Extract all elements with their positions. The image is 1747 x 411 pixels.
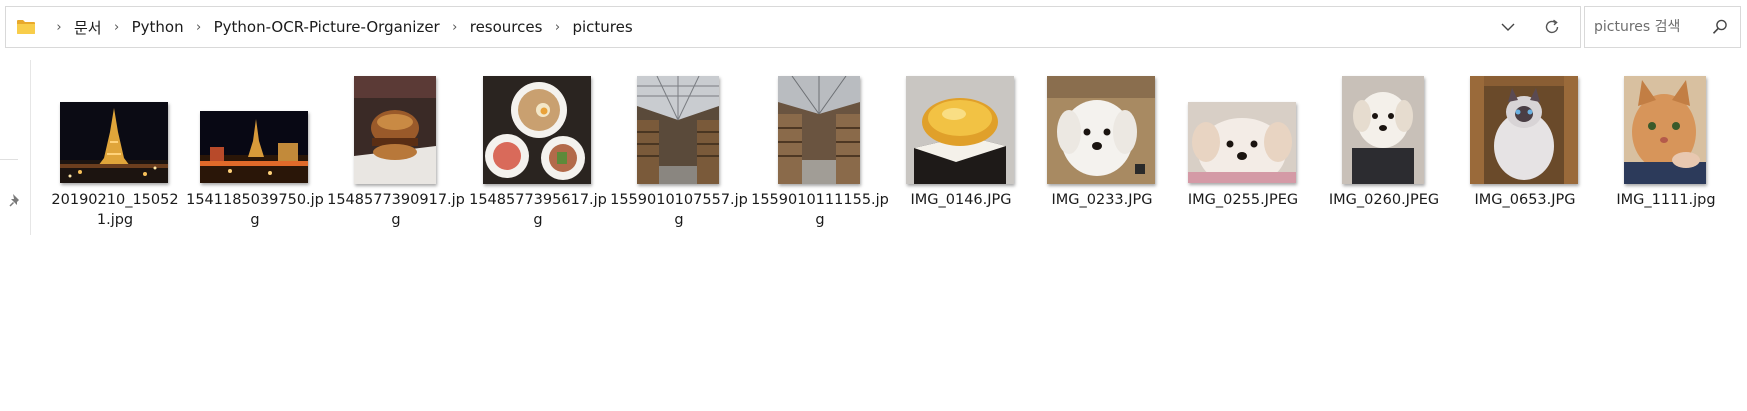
file-item[interactable]: 1541185039750.jpg — [186, 62, 324, 238]
breadcrumb-item-project[interactable]: Python-OCR-Picture-Organizer — [214, 18, 440, 36]
file-name: 20190210_150521.jpg — [51, 192, 179, 228]
file-name: 1541185039750.jpg — [186, 192, 324, 228]
breadcrumb-separator[interactable]: › — [446, 20, 464, 35]
file-item[interactable]: 1548577395617.jpg — [469, 62, 607, 238]
file-name: IMG_0146.JPG — [910, 192, 1012, 208]
file-item[interactable]: IMG_0260.JPEG — [1319, 62, 1449, 238]
file-name: 1548577395617.jpg — [469, 192, 607, 228]
arcade-glass-roof-thumbnail — [637, 76, 719, 184]
breadcrumb-item-documents[interactable]: 문서 — [74, 17, 102, 38]
breadcrumb-separator[interactable]: › — [548, 20, 566, 35]
file-item[interactable]: 20190210_150521.jpg — [50, 62, 180, 238]
ramen-dishes-thumbnail — [483, 76, 591, 184]
folder-icon — [16, 18, 36, 36]
file-name: IMG_0255.JPEG — [1187, 192, 1299, 208]
file-name: IMG_0653.JPG — [1474, 192, 1576, 208]
search-input[interactable] — [1594, 7, 1704, 47]
breadcrumb-item-python[interactable]: Python — [132, 18, 184, 36]
file-item[interactable]: 1548577390917.jpg — [327, 62, 465, 238]
las-vegas-night-thumbnail — [200, 111, 308, 183]
eiffel-tower-night-thumbnail — [60, 102, 168, 183]
burger-thumbnail — [354, 76, 436, 184]
cheese-tart-thumbnail — [906, 76, 1014, 184]
file-name: 1559010111155.jpg — [751, 192, 889, 228]
pin-icon[interactable] — [9, 193, 23, 209]
refresh-button[interactable] — [1540, 15, 1564, 39]
search-box[interactable] — [1584, 6, 1741, 48]
address-bar[interactable]: › 문서 › Python › Python-OCR-Picture-Organ… — [5, 6, 1581, 48]
file-name: 1559010107557.jpg — [610, 192, 748, 228]
search-icon[interactable] — [1711, 18, 1729, 36]
puppy-closeup-thumbnail — [1188, 102, 1296, 183]
file-item[interactable]: IMG_0255.JPEG — [1178, 62, 1308, 238]
puppy-sweater-thumbnail — [1342, 76, 1424, 184]
file-name: IMG_0260.JPEG — [1328, 192, 1440, 208]
breadcrumb-separator[interactable]: › — [190, 20, 208, 35]
breadcrumb-item-pictures[interactable]: pictures — [572, 18, 632, 36]
breadcrumb-separator[interactable]: › — [108, 20, 126, 35]
file-item[interactable]: IMG_0233.JPG — [1037, 62, 1167, 238]
file-item[interactable]: 1559010111155.jpg — [751, 62, 889, 238]
nav-pane-divider — [0, 159, 18, 160]
file-name: 1548577390917.jpg — [327, 192, 465, 228]
file-item[interactable]: 1559010107557.jpg — [610, 62, 748, 238]
file-list: 20190210_150521.jpg 1541185039750.jpg 15… — [50, 62, 1740, 242]
address-history-dropdown[interactable] — [1496, 16, 1520, 38]
file-explorer-window: › 문서 › Python › Python-OCR-Picture-Organ… — [0, 0, 1747, 411]
white-puppy-thumbnail — [1047, 76, 1155, 184]
breadcrumb: › 문서 › Python › Python-OCR-Picture-Organ… — [44, 7, 632, 47]
file-item[interactable]: IMG_1111.jpg — [1601, 62, 1731, 238]
breadcrumb-separator[interactable]: › — [50, 20, 68, 35]
file-name: IMG_1111.jpg — [1616, 192, 1716, 208]
file-name: IMG_0233.JPG — [1051, 192, 1153, 208]
file-item[interactable]: IMG_0653.JPG — [1460, 62, 1590, 238]
arcade-atrium-thumbnail — [778, 76, 860, 184]
ragdoll-cat-thumbnail — [1470, 76, 1578, 184]
chevron-down-icon — [1501, 23, 1515, 31]
orange-cat-thumbnail — [1624, 76, 1706, 184]
file-item[interactable]: IMG_0146.JPG — [896, 62, 1026, 238]
refresh-icon — [1545, 19, 1559, 34]
breadcrumb-item-resources[interactable]: resources — [470, 18, 543, 36]
